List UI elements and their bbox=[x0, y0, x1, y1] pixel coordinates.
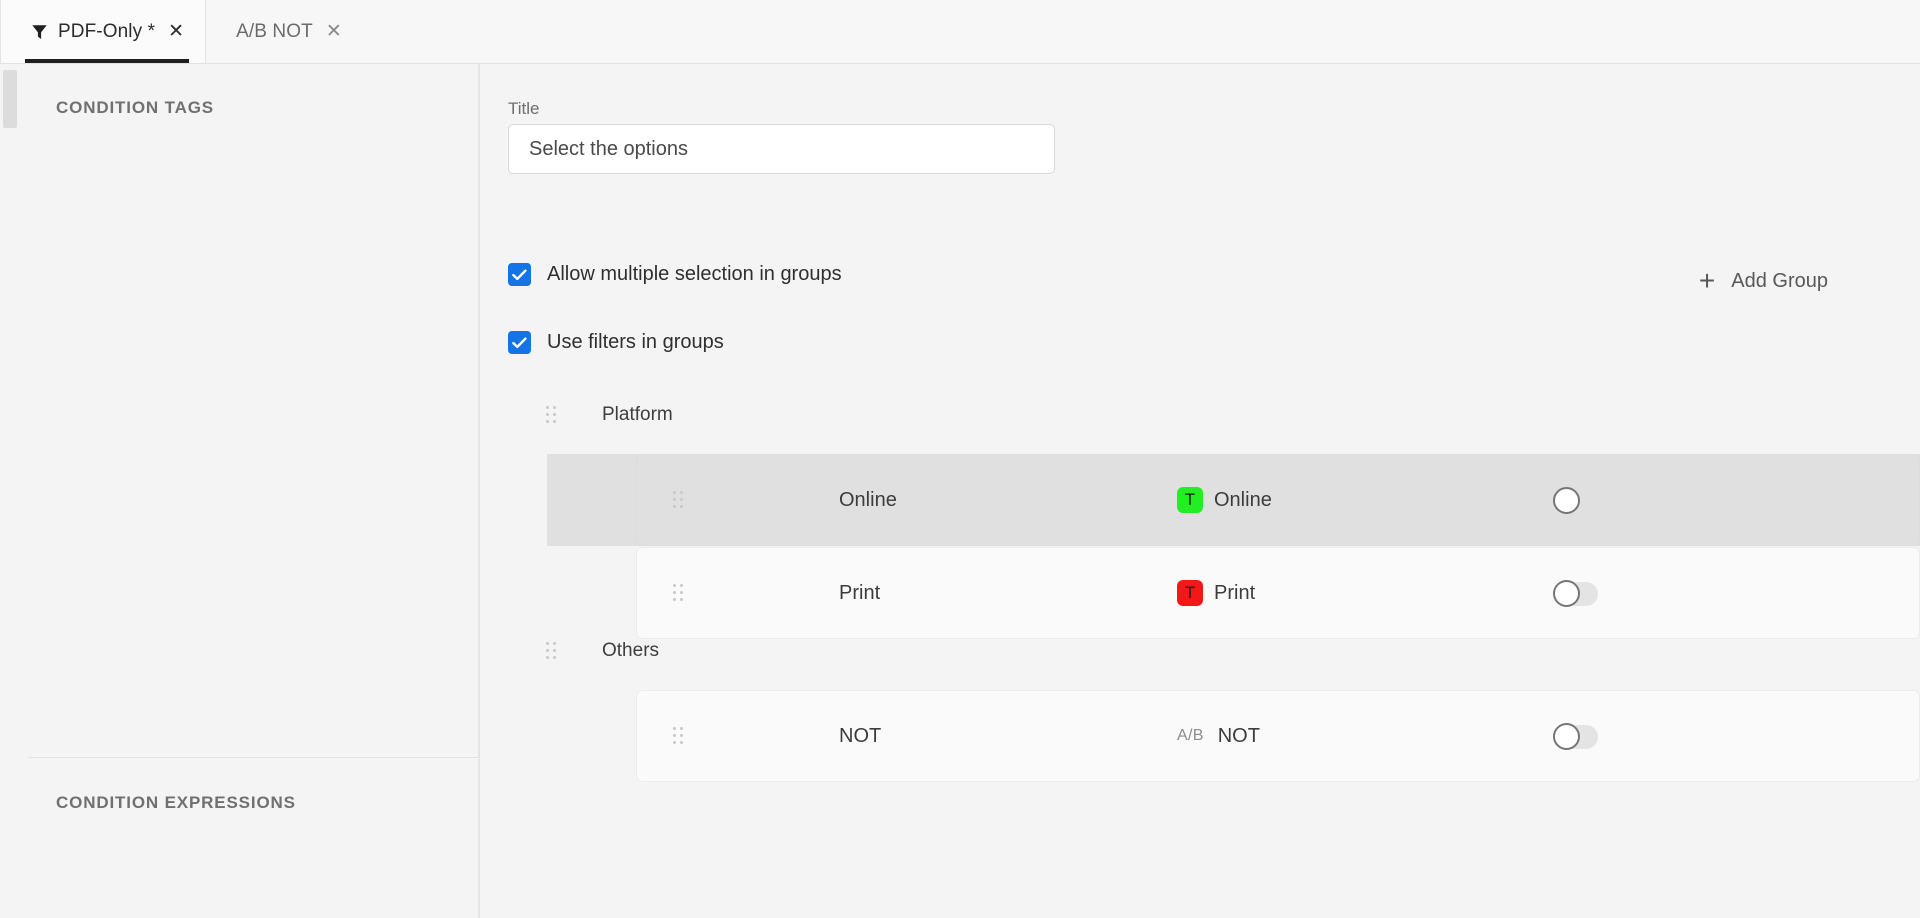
row-not[interactable]: NOT A/B NOT bbox=[636, 690, 1920, 782]
tag-color-chip: T bbox=[1177, 487, 1203, 513]
condition-tags-title: CONDITION TAGS bbox=[56, 98, 214, 118]
row-not-tag: A/B NOT bbox=[1177, 725, 1260, 748]
row-print[interactable]: Print T Print bbox=[636, 547, 1920, 639]
tag-text: Online bbox=[1214, 489, 1272, 512]
scrollbar-thumb[interactable] bbox=[3, 70, 17, 128]
allow-multiple-selection-label: Allow multiple selection in groups bbox=[547, 263, 842, 286]
add-group-button[interactable]: + Add Group bbox=[1699, 267, 1828, 295]
tab-label: PDF-Only * bbox=[58, 21, 155, 43]
title-input[interactable] bbox=[508, 124, 1055, 174]
use-filters-row[interactable]: Use filters in groups bbox=[508, 331, 724, 354]
condition-expressions-title: CONDITION EXPRESSIONS bbox=[56, 793, 296, 813]
row-print-toggle[interactable] bbox=[1553, 582, 1598, 606]
main-content: Title Allow multiple selection in groups… bbox=[481, 64, 1920, 918]
drag-handle-icon[interactable] bbox=[546, 640, 558, 662]
ab-expression-label: A/B bbox=[1177, 727, 1204, 745]
row-not-name: NOT bbox=[839, 725, 881, 748]
row-online-toggle[interactable] bbox=[1553, 489, 1598, 513]
left-rail bbox=[0, 64, 28, 918]
tab-bar: PDF-Only * ✕ A/B NOT ✕ bbox=[0, 0, 1920, 64]
drag-handle-icon[interactable] bbox=[673, 725, 685, 747]
drag-handle-icon[interactable] bbox=[546, 404, 558, 426]
group-platform-header[interactable]: Platform bbox=[546, 404, 673, 426]
plus-icon: + bbox=[1699, 267, 1715, 295]
toggle-knob bbox=[1553, 723, 1580, 750]
row-online-tag: T Online bbox=[1177, 487, 1272, 513]
check-icon bbox=[512, 269, 527, 281]
row-online-name: Online bbox=[839, 489, 897, 512]
panel-condition-expressions: CONDITION EXPRESSIONS bbox=[28, 759, 479, 918]
filter-icon bbox=[31, 24, 48, 40]
close-icon[interactable]: ✕ bbox=[323, 21, 345, 43]
tag-text: NOT bbox=[1218, 725, 1260, 748]
toggle-knob bbox=[1553, 487, 1580, 514]
check-icon bbox=[512, 337, 527, 349]
group-others-name: Others bbox=[602, 640, 659, 662]
sidebar: CONDITION TAGS CONDITION EXPRESSIONS bbox=[28, 64, 480, 918]
tag-text: Print bbox=[1214, 582, 1255, 605]
panel-condition-tags: CONDITION TAGS bbox=[28, 64, 479, 758]
row-not-toggle[interactable] bbox=[1553, 725, 1598, 749]
close-icon[interactable]: ✕ bbox=[165, 21, 187, 43]
use-filters-checkbox[interactable] bbox=[508, 331, 531, 354]
toggle-knob bbox=[1553, 580, 1580, 607]
row-online[interactable]: Online T Online bbox=[636, 454, 1920, 546]
tab-pdf-only[interactable]: PDF-Only * ✕ bbox=[0, 0, 206, 63]
row-print-tag: T Print bbox=[1177, 580, 1255, 606]
use-filters-label: Use filters in groups bbox=[547, 331, 724, 354]
title-label: Title bbox=[508, 99, 540, 119]
app-window: PDF-Only * ✕ A/B NOT ✕ CONDITION TAGS CO… bbox=[0, 0, 1920, 918]
allow-multiple-selection-row[interactable]: Allow multiple selection in groups bbox=[508, 263, 842, 286]
add-group-label: Add Group bbox=[1731, 270, 1828, 293]
allow-multiple-selection-checkbox[interactable] bbox=[508, 263, 531, 286]
tab-ab-not[interactable]: A/B NOT ✕ bbox=[206, 0, 363, 63]
row-print-name: Print bbox=[839, 582, 880, 605]
drag-handle-icon[interactable] bbox=[673, 582, 685, 604]
tab-label: A/B NOT bbox=[236, 21, 313, 43]
group-platform-name: Platform bbox=[602, 404, 673, 426]
group-others-header[interactable]: Others bbox=[546, 640, 659, 662]
drag-handle-icon[interactable] bbox=[673, 489, 685, 511]
tag-color-chip: T bbox=[1177, 580, 1203, 606]
